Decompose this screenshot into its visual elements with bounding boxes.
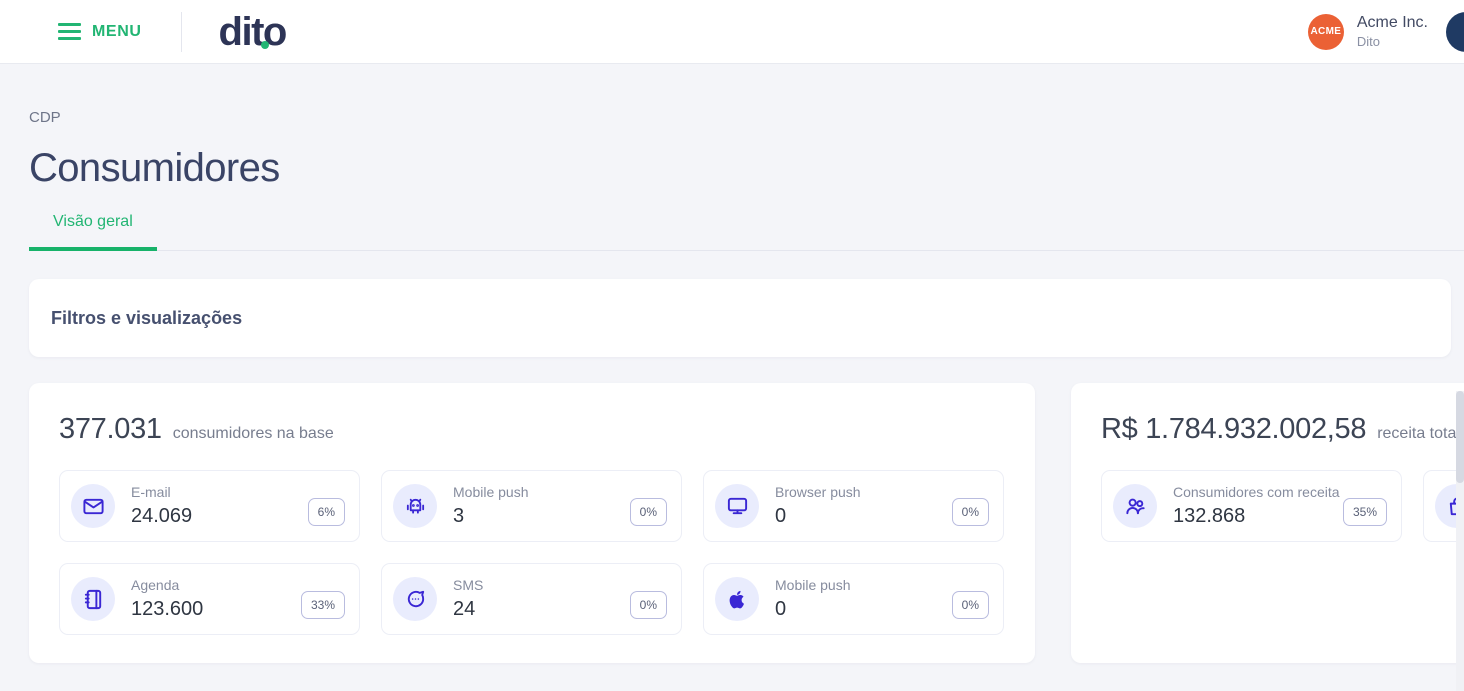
- tile-value: 132.868: [1173, 504, 1246, 527]
- tile-percentage-badge: 0%: [951, 498, 989, 526]
- tile-value: 24: [453, 597, 476, 620]
- tile-value: 123.600: [131, 597, 204, 620]
- organization-switcher[interactable]: ACME Acme Inc. Dito: [1307, 13, 1428, 52]
- tile-label: Browser push: [775, 484, 861, 501]
- revenue-caption: receita total: [1377, 425, 1460, 442]
- apple-icon: [715, 577, 759, 621]
- tile-label: Mobile push: [453, 484, 529, 501]
- breadcrumb: CDP: [29, 109, 61, 126]
- desktop-icon: [715, 484, 759, 528]
- tile-value: 24.069: [131, 504, 193, 527]
- android-icon: [393, 484, 437, 528]
- tile-value: 0: [775, 597, 787, 620]
- vertical-scrollbar[interactable]: [1456, 391, 1464, 691]
- top-bar: MENU dito ACME Acme Inc. Dito: [0, 0, 1464, 64]
- tab-visao-geral[interactable]: Visão geral: [29, 213, 157, 251]
- tile-label: SMS: [453, 577, 484, 594]
- email-icon: [71, 484, 115, 528]
- tile-sms[interactable]: SMS 24 0%: [381, 563, 682, 635]
- menu-button-label: MENU: [92, 22, 142, 40]
- tile-label: Consumidores com receita: [1173, 484, 1340, 501]
- dito-logo-text: dito: [218, 9, 288, 54]
- tile-label: Mobile push: [775, 577, 851, 594]
- tab-bar: Visão geral: [29, 213, 1464, 251]
- user-avatar[interactable]: [1446, 12, 1464, 52]
- vertical-scrollbar-thumb[interactable]: [1456, 391, 1464, 483]
- tile-agenda[interactable]: Agenda 123.600 33%: [59, 563, 360, 635]
- tile-value: 0: [775, 504, 787, 527]
- consumers-base-tiles: E-mail 24.069 6% Mobile push 3 0% Browse…: [59, 470, 1005, 635]
- tile-mobile-push-ios[interactable]: Mobile push 0 0%: [703, 563, 1004, 635]
- page-content: CDP Consumidores Visão geral Filtros e v…: [0, 109, 1464, 691]
- page-title: Consumidores: [29, 146, 280, 190]
- tile-label: E-mail: [131, 484, 171, 501]
- revenue-card-header: R$ 1.784.932.002,58 receita total: [1101, 413, 1464, 446]
- header-divider: [180, 11, 182, 52]
- revenue-card: R$ 1.784.932.002,58 receita total Consum…: [1071, 383, 1464, 663]
- hamburger-icon: [58, 23, 81, 40]
- organization-name: Acme Inc.: [1356, 13, 1428, 31]
- tile-percentage-badge: 0%: [629, 591, 667, 619]
- tile-percentage-badge: 0%: [951, 591, 989, 619]
- stat-cards-row: 377.031 consumidores na base E-mail 24.0…: [29, 383, 1464, 663]
- dito-logo-dot-icon: [260, 40, 269, 49]
- consumers-base-caption: consumidores na base: [172, 425, 334, 442]
- address-book-icon: [71, 577, 115, 621]
- tile-browser-push[interactable]: Browser push 0 0%: [703, 470, 1004, 542]
- revenue-tiles: Consumidores com receita 132.868 35% Qua…: [1101, 470, 1464, 542]
- organization-subtitle: Dito: [1356, 34, 1380, 50]
- tile-mobile-push-android[interactable]: Mobile push 3 0%: [381, 470, 682, 542]
- users-icon: [1113, 484, 1157, 528]
- tile-value: 3: [453, 504, 465, 527]
- tile-email[interactable]: E-mail 24.069 6%: [59, 470, 360, 542]
- tile-percentage-badge: 35%: [1342, 498, 1387, 526]
- filters-card-title: Filtros e visualizações: [51, 307, 243, 328]
- tile-percentage-badge: 33%: [300, 591, 345, 619]
- tile-percentage-badge: 6%: [307, 498, 345, 526]
- tile-consumers-with-revenue[interactable]: Consumidores com receita 132.868 35%: [1101, 470, 1402, 542]
- chat-bubble-icon: [393, 577, 437, 621]
- consumers-base-total: 377.031: [59, 413, 162, 445]
- tile-percentage-badge: 0%: [629, 498, 667, 526]
- dito-logo[interactable]: dito: [218, 9, 288, 54]
- consumers-base-card-header: 377.031 consumidores na base: [59, 413, 1005, 446]
- filters-card[interactable]: Filtros e visualizações: [29, 279, 1451, 357]
- menu-button[interactable]: MENU: [58, 23, 142, 41]
- top-bar-right: ACME Acme Inc. Dito: [1307, 0, 1464, 64]
- revenue-total: R$ 1.784.932.002,58: [1101, 413, 1367, 445]
- tile-label: Agenda: [131, 577, 180, 594]
- consumers-base-card: 377.031 consumidores na base E-mail 24.0…: [29, 383, 1035, 663]
- organization-avatar: ACME: [1307, 13, 1344, 50]
